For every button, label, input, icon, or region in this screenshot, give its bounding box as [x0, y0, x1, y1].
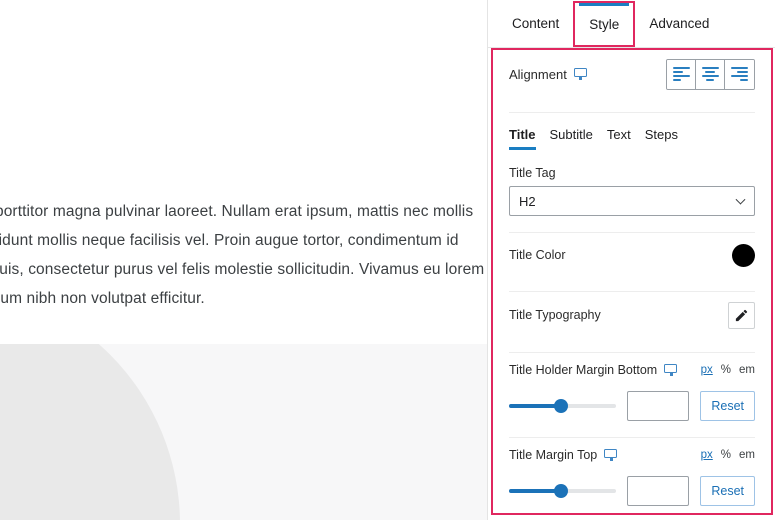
alignment-label-group: Alignment [509, 67, 587, 82]
title-holder-margin-bottom-group: Title Holder Margin Bottom px % em [509, 353, 755, 421]
monitor-icon[interactable] [574, 68, 587, 80]
tab-advanced-label: Advanced [649, 16, 709, 31]
style-subtabs: Title Subtitle Text Steps [509, 127, 755, 152]
alignment-row: Alignment [509, 50, 755, 98]
title-margin-top-label: Title Margin Top [509, 448, 597, 462]
title-tag-value: H2 [519, 194, 536, 209]
tab-content-label: Content [512, 16, 559, 31]
subtab-text-label: Text [607, 127, 631, 142]
title-tag-select[interactable]: H2 [509, 186, 755, 216]
align-left-icon[interactable] [667, 60, 696, 89]
subtab-text[interactable]: Text [607, 127, 631, 150]
page-preview-area: ecenas porttitor magna pulvinar laoreet.… [0, 0, 487, 520]
title-tag-label: Title Tag [509, 166, 755, 180]
align-center-icon[interactable] [696, 60, 725, 89]
title-margin-top-reset-button[interactable]: Reset [700, 476, 755, 506]
alignment-label: Alignment [509, 67, 567, 82]
style-settings-sidebar: Content Style Advanced Alignment [487, 0, 775, 520]
subtab-title-label: Title [509, 127, 536, 142]
tab-advanced[interactable]: Advanced [635, 0, 723, 47]
title-holder-margin-bottom-reset-button[interactable]: Reset [700, 391, 755, 421]
decorative-circle-shape [0, 344, 180, 520]
sidebar-tabbar: Content Style Advanced [488, 0, 775, 48]
subtab-steps[interactable]: Steps [645, 127, 678, 150]
monitor-icon[interactable] [664, 364, 677, 376]
align-right-icon[interactable] [725, 60, 754, 89]
title-color-label: Title Color [509, 248, 566, 262]
tmt-label-group: Title Margin Top [509, 448, 617, 462]
preview-gray-section [0, 344, 487, 520]
tab-style-label: Style [589, 17, 619, 32]
monitor-icon[interactable] [604, 449, 617, 461]
title-color-swatch[interactable] [732, 244, 755, 267]
unit-em[interactable]: em [739, 364, 755, 376]
tab-content[interactable]: Content [498, 0, 573, 47]
title-color-row: Title Color [509, 233, 755, 277]
thmb-unit-group: px % em [701, 364, 755, 376]
subtab-subtitle-label: Subtitle [550, 127, 593, 142]
unit-px[interactable]: px [701, 449, 713, 461]
preview-paragraph: ecenas porttitor magna pulvinar laoreet.… [0, 197, 485, 313]
title-holder-margin-bottom-label: Title Holder Margin Bottom [509, 363, 657, 377]
unit-px[interactable]: px [701, 364, 713, 376]
title-typography-label: Title Typography [509, 308, 601, 322]
unit-em[interactable]: em [739, 449, 755, 461]
thmb-label-group: Title Holder Margin Bottom [509, 363, 677, 377]
screenshot-root: ecenas porttitor magna pulvinar laoreet.… [0, 0, 775, 520]
style-panel-highlight-box: Alignment [491, 48, 773, 515]
subtab-subtitle[interactable]: Subtitle [550, 127, 593, 150]
tmt-unit-group: px % em [701, 449, 755, 461]
title-typography-row: Title Typography [509, 292, 755, 338]
pencil-icon[interactable] [728, 302, 755, 329]
subtab-steps-label: Steps [645, 127, 678, 142]
title-holder-margin-bottom-input[interactable] [627, 391, 689, 421]
unit-percent[interactable]: % [721, 449, 731, 461]
title-margin-top-input[interactable] [627, 476, 689, 506]
tab-style[interactable]: Style [573, 1, 635, 47]
chevron-down-icon [736, 195, 746, 205]
divider [509, 112, 755, 113]
title-margin-top-group: Title Margin Top px % em [509, 438, 755, 506]
alignment-button-group [666, 59, 755, 90]
title-margin-top-slider[interactable] [509, 489, 616, 493]
subtab-title[interactable]: Title [509, 127, 536, 150]
unit-percent[interactable]: % [721, 364, 731, 376]
title-holder-margin-bottom-slider[interactable] [509, 404, 616, 408]
